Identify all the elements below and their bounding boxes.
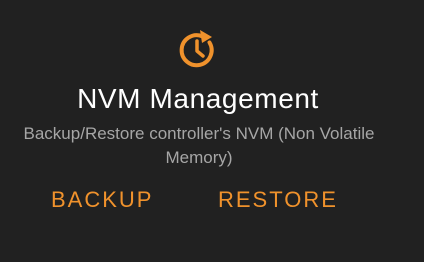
restore-button[interactable]: RESTORE — [218, 186, 338, 214]
nvm-management-panel: NVM Management Backup/Restore controller… — [0, 0, 424, 262]
description-text: Backup/Restore controller's NVM (Non Vol… — [23, 124, 375, 167]
backup-restore-icon — [176, 28, 220, 72]
backup-button[interactable]: BACKUP — [51, 186, 153, 214]
page-title: NVM Management — [77, 83, 319, 114]
